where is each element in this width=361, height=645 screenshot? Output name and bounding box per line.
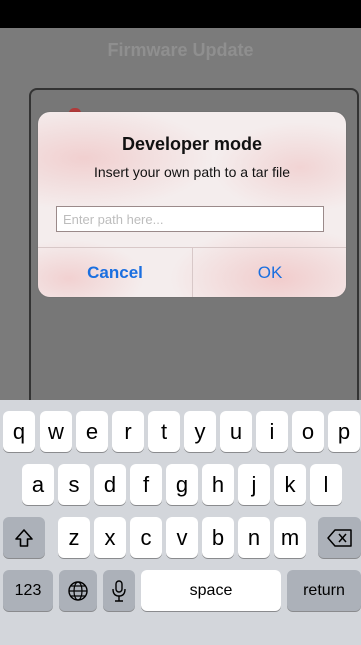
key-e[interactable]: e (76, 411, 108, 452)
key-k[interactable]: k (274, 464, 306, 505)
delete-key[interactable] (318, 517, 361, 558)
return-key[interactable]: return (287, 570, 361, 611)
globe-key[interactable] (59, 570, 97, 611)
path-input[interactable] (56, 206, 324, 232)
status-bar (0, 0, 361, 28)
globe-icon (67, 580, 89, 602)
key-i[interactable]: i (256, 411, 288, 452)
key-h[interactable]: h (202, 464, 234, 505)
key-b[interactable]: b (202, 517, 234, 558)
key-f[interactable]: f (130, 464, 162, 505)
space-key[interactable]: space (141, 570, 281, 611)
key-w[interactable]: w (40, 411, 72, 452)
key-v[interactable]: v (166, 517, 198, 558)
dialog-message: Insert your own path to a tar file (93, 164, 291, 180)
key-z[interactable]: z (58, 517, 90, 558)
key-t[interactable]: t (148, 411, 180, 452)
dictation-key[interactable] (103, 570, 135, 611)
key-a[interactable]: a (22, 464, 54, 505)
key-s[interactable]: s (58, 464, 90, 505)
key-x[interactable]: x (94, 517, 126, 558)
shift-key[interactable] (3, 517, 45, 558)
key-m[interactable]: m (274, 517, 306, 558)
ok-button[interactable]: OK (193, 248, 346, 297)
microphone-icon (111, 579, 127, 603)
delete-icon (326, 528, 353, 547)
key-n[interactable]: n (238, 517, 270, 558)
screen-title: Firmware Update (107, 40, 254, 60)
key-d[interactable]: d (94, 464, 126, 505)
key-l[interactable]: l (310, 464, 342, 505)
shift-icon (14, 528, 34, 548)
numbers-key[interactable]: 123 (3, 570, 53, 611)
key-c[interactable]: c (130, 517, 162, 558)
key-y[interactable]: y (184, 411, 216, 452)
key-j[interactable]: j (238, 464, 270, 505)
key-r[interactable]: r (112, 411, 144, 452)
key-u[interactable]: u (220, 411, 252, 452)
key-q[interactable]: q (3, 411, 35, 452)
key-o[interactable]: o (292, 411, 324, 452)
key-g[interactable]: g (166, 464, 198, 505)
developer-mode-dialog: Developer mode Insert your own path to a… (38, 112, 346, 297)
cancel-button[interactable]: Cancel (38, 248, 192, 297)
keyboard: q w e r t y u i o p a s d f g h j k l z … (0, 400, 361, 645)
key-p[interactable]: p (328, 411, 360, 452)
dialog-title: Developer mode (121, 134, 263, 154)
